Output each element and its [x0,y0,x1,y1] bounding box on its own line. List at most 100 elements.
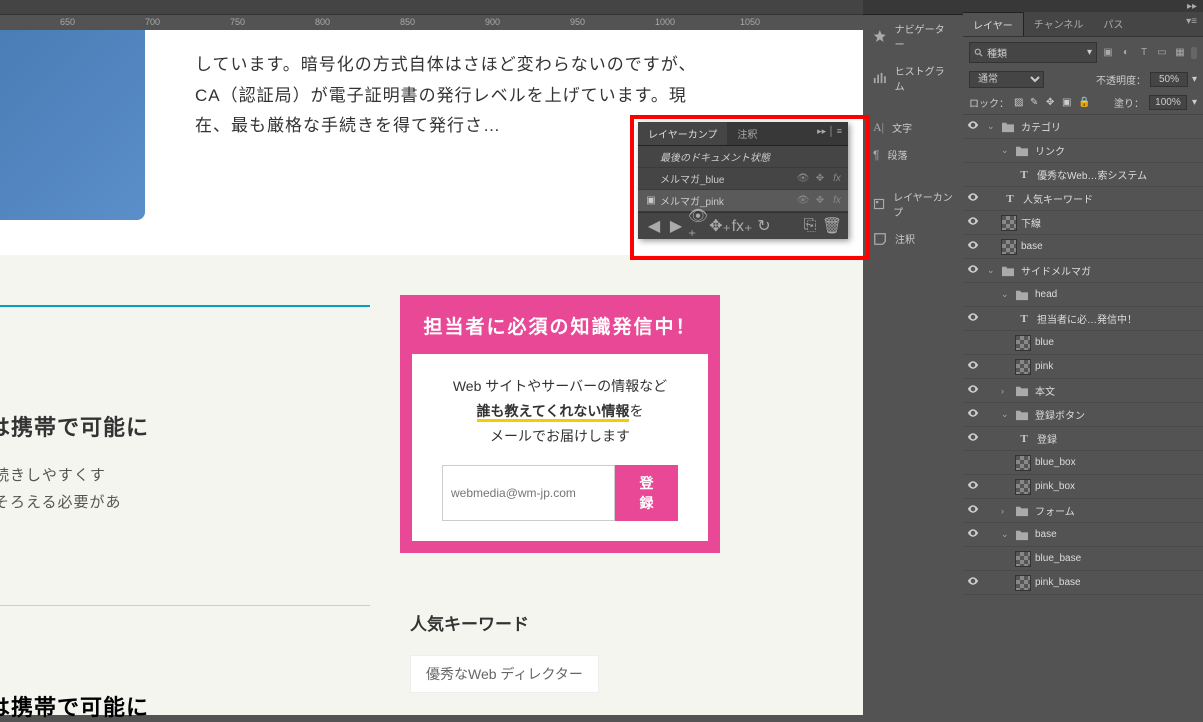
disclosure-icon[interactable]: ⌄ [987,121,999,132]
layer-row[interactable]: ⌄head [963,283,1203,307]
layer-name: 下線 [1021,215,1041,230]
divider-line [0,305,370,307]
filter-select[interactable]: 種類 ▾ [969,42,1097,63]
visibility-toggle[interactable] [963,359,983,374]
article2-title: 結 本人確認は携帯で可能に [0,410,325,442]
layer-row[interactable]: T優秀なWeb…索システム [963,163,1203,187]
fx-icon: fx [830,173,844,184]
apply-comp-icon[interactable]: ▣ [642,195,660,206]
visibility-toggle[interactable] [963,239,983,254]
visibility-toggle[interactable] [963,527,983,542]
layer-row[interactable]: blue_base [963,547,1203,571]
layer-row[interactable]: blue_box [963,451,1203,475]
layer-row[interactable]: ›フォーム [963,499,1203,523]
new-comp-icon[interactable]: ⎘ [802,218,818,234]
layercomp-row[interactable]: ▣メルマガ_pink👁✥fx [638,190,848,212]
filter-shape-icon[interactable]: ▭ [1155,46,1169,60]
visibility-toggle[interactable] [963,383,983,398]
visibility-toggle[interactable] [963,119,983,134]
dock-notes[interactable]: 注釈 [863,225,963,252]
visibility-toggle[interactable] [963,215,983,230]
visibility-toggle[interactable] [963,431,983,446]
layer-name: 優秀なWeb…索システム [1037,167,1147,182]
layer-row[interactable]: pink [963,355,1203,379]
disclosure-icon[interactable]: ⌄ [1001,529,1013,540]
visibility-toggle[interactable] [963,575,983,590]
layer-row[interactable]: ⌄リンク [963,139,1203,163]
filter-adjust-icon[interactable]: ◐ [1119,46,1133,60]
fill-dropdown-icon[interactable]: ▾ [1192,97,1197,108]
update-comp-icon[interactable]: ↻ [756,218,772,234]
disclosure-icon[interactable]: ⌄ [1001,145,1013,156]
tab-notes[interactable]: 注釈 [727,122,767,145]
update-position-icon[interactable]: ✥₊ [712,218,728,234]
register-button[interactable]: 登録 [615,465,678,521]
visibility-toggle[interactable] [963,503,983,518]
filter-smart-icon[interactable]: ▦ [1173,46,1187,60]
layer-row[interactable]: T担当者に必…発信中！ [963,307,1203,331]
filter-image-icon[interactable]: ▣ [1101,46,1115,60]
email-field[interactable] [442,465,615,521]
lock-artboard-icon[interactable]: ▣ [1062,97,1074,109]
update-visibility-icon[interactable]: 👁⁺ [690,218,706,234]
text-layer-icon: T [1015,311,1033,327]
layercomp-collapse[interactable]: ▸▸ │ ≡ [811,122,848,145]
panel-head: ▸▸ [963,0,1203,12]
layer-row[interactable]: ›本文 [963,379,1203,403]
opacity-dropdown-icon[interactable]: ▾ [1192,74,1197,85]
disclosure-icon[interactable]: › [1001,386,1013,396]
layer-row[interactable]: blue [963,331,1203,355]
panel-menu-icon[interactable]: ▾≡ [1180,12,1203,36]
disclosure-icon[interactable]: › [1001,506,1013,516]
next-comp-icon[interactable]: ▶ [668,218,684,234]
filter-toggle-icon[interactable] [1191,47,1197,59]
visibility-toggle[interactable] [963,263,983,278]
folder-icon [1013,287,1031,303]
visibility-toggle[interactable] [963,191,983,206]
disclosure-icon[interactable]: ⌄ [1001,409,1013,420]
lock-all-icon[interactable]: 🔒 [1078,97,1090,109]
newsletter-line1: Web サイトやサーバーの情報など [442,374,678,399]
filter-text-icon[interactable]: T [1137,46,1151,60]
layer-row[interactable]: ⌄カテゴリ [963,115,1203,139]
layer-row[interactable]: ⌄ サイドメルマガ [963,259,1203,283]
article2: 結 本人確認は携帯で可能に ターネットで納税手続きしやすくすめの機器を利用者がそ… [0,410,325,543]
layer-row[interactable]: T人気キーワード [963,187,1203,211]
character-icon: A| [873,120,884,135]
dock-character[interactable]: A| 文字 [863,114,963,141]
fill-field[interactable]: 100% [1149,95,1187,110]
tab-layercomps[interactable]: レイヤーカンプ [638,122,727,145]
layer-row[interactable]: ⌄登録ボタン [963,403,1203,427]
layer-row[interactable]: ⌄base [963,523,1203,547]
layer-row[interactable]: 下線 [963,211,1203,235]
visibility-toggle[interactable] [963,311,983,326]
lock-paint-icon[interactable]: ✎ [1030,97,1042,109]
tab-layers[interactable]: レイヤー [963,12,1024,36]
dock-layercomps[interactable]: レイヤーカンプ [863,183,963,225]
layercomp-last-state[interactable]: 最後のドキュメント状態 [638,146,848,168]
layer-row[interactable]: pink_box [963,475,1203,499]
layer-row[interactable]: pink_base [963,571,1203,595]
visibility-toggle[interactable] [963,479,983,494]
update-appearance-icon[interactable]: fx₊ [734,218,750,234]
disclosure-icon[interactable]: ⌄ [987,265,999,276]
prev-comp-icon[interactable]: ◀ [646,218,662,234]
lock-transparent-icon[interactable]: ▨ [1014,97,1026,109]
dock-navigator[interactable]: ナビゲーター [863,15,963,57]
tab-paths[interactable]: パス [1093,12,1133,36]
lock-position-icon[interactable]: ✥ [1046,97,1058,109]
dock-histogram[interactable]: ヒストグラム [863,57,963,99]
layer-row[interactable]: T登録 [963,427,1203,451]
blend-mode-select[interactable]: 通常 [969,71,1044,88]
eye-icon: 👁 [796,195,810,206]
layer-name: サイドメルマガ [1021,263,1091,278]
layer-row[interactable]: base [963,235,1203,259]
layercomp-row[interactable]: メルマガ_blue👁✥fx [638,168,848,190]
filter-row: 種類 ▾ ▣ ◐ T ▭ ▦ [963,37,1203,68]
opacity-field[interactable]: 50% [1150,72,1188,87]
disclosure-icon[interactable]: ⌄ [1001,289,1013,300]
dock-paragraph[interactable]: ¶ 段落 [863,141,963,168]
delete-comp-icon[interactable]: 🗑 [824,218,840,234]
visibility-toggle[interactable] [963,407,983,422]
tab-channels[interactable]: チャンネル [1024,12,1094,36]
